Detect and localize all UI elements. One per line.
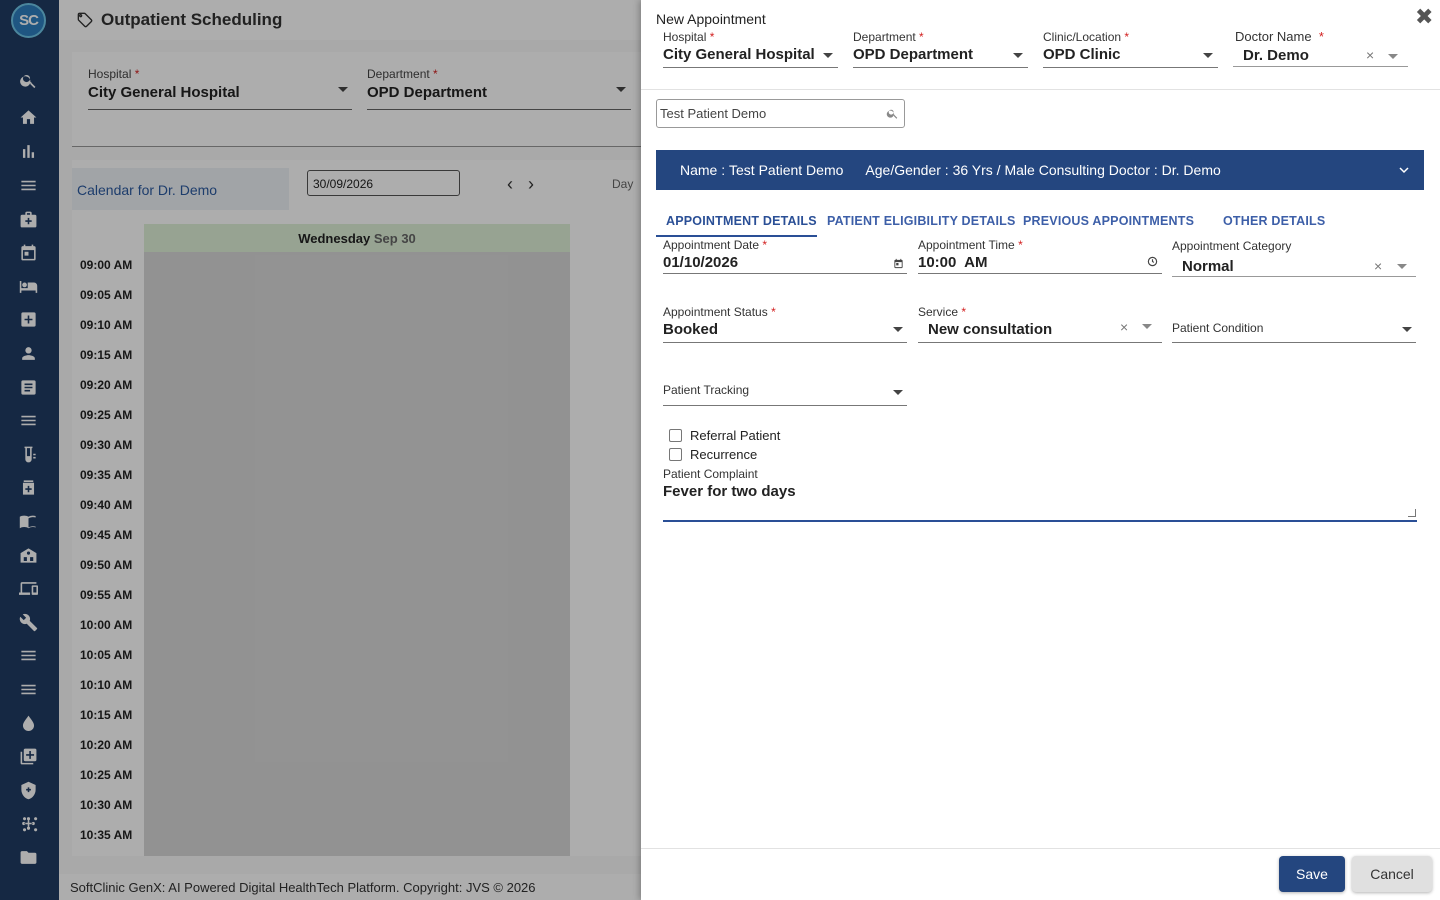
consulting-doctor: Dr. Demo xyxy=(1161,162,1221,178)
patient-complaint-field: Patient Complaint Fever for two days xyxy=(663,467,1417,523)
clear-icon[interactable]: × xyxy=(1366,47,1374,63)
recurrence-checkbox[interactable]: Recurrence xyxy=(669,447,757,462)
active-tab-indicator xyxy=(656,235,817,237)
patient-info-banner[interactable]: Name : Test Patient Demo Age/Gender : 36… xyxy=(656,150,1424,190)
hospital-select[interactable]: Hospital * City General Hospital xyxy=(663,30,838,68)
dialog-title: New Appointment xyxy=(656,11,766,27)
chevron-down-icon xyxy=(1397,264,1407,269)
patient-condition-select[interactable]: Patient Condition xyxy=(1172,305,1416,343)
doctor-name-select[interactable]: Doctor Name * Dr. Demo × xyxy=(1233,29,1408,67)
appointment-time-field[interactable]: Appointment Time * 10:00 AM xyxy=(918,238,1162,274)
close-icon[interactable]: ✖ xyxy=(1415,4,1433,30)
tab-appointment-details[interactable]: APPOINTMENT DETAILS xyxy=(666,214,817,228)
appointment-date-field[interactable]: Appointment Date * 01/10/2026 xyxy=(663,238,907,274)
checkbox-box[interactable] xyxy=(669,448,682,461)
clear-icon[interactable]: × xyxy=(1120,319,1128,335)
save-button[interactable]: Save xyxy=(1279,856,1345,892)
new-appointment-dialog: New Appointment ✖ Hospital * City Genera… xyxy=(641,0,1440,900)
clock-icon[interactable] xyxy=(1147,256,1158,267)
resize-handle[interactable] xyxy=(1408,509,1416,517)
cancel-button[interactable]: Cancel xyxy=(1352,856,1432,892)
chevron-down-icon xyxy=(893,390,903,395)
appointment-category-select[interactable]: Appointment Category Normal × xyxy=(1172,239,1416,277)
chevron-down-icon xyxy=(1402,327,1412,332)
age-gender-label: Age/Gender : xyxy=(865,162,953,178)
tab-other-details[interactable]: OTHER DETAILS xyxy=(1223,214,1325,228)
chevron-down-icon xyxy=(893,327,903,332)
department-select[interactable]: Department * OPD Department xyxy=(853,30,1028,68)
search-icon[interactable] xyxy=(886,107,899,120)
chevron-down-icon xyxy=(823,53,833,58)
chevron-down-icon xyxy=(1388,54,1398,59)
referral-patient-checkbox[interactable]: Referral Patient xyxy=(669,428,780,443)
clear-icon[interactable]: × xyxy=(1374,258,1382,274)
clinic-location-select[interactable]: Clinic/Location * OPD Clinic xyxy=(1043,30,1218,68)
age-gender: 36 Yrs / Male xyxy=(952,162,1035,178)
chevron-down-icon xyxy=(1142,324,1152,329)
chevron-down-icon[interactable] xyxy=(1398,164,1410,176)
dialog-tabs: APPOINTMENT DETAILS PATIENT ELIGIBILITY … xyxy=(656,210,1424,238)
chevron-down-icon xyxy=(1203,53,1213,58)
patient-search-input[interactable] xyxy=(657,100,877,127)
tab-patient-eligibility[interactable]: PATIENT ELIGIBILITY DETAILS xyxy=(827,214,1016,228)
tab-previous-appointments[interactable]: PREVIOUS APPOINTMENTS xyxy=(1023,214,1194,228)
patient-tracking-select[interactable]: Patient Tracking xyxy=(663,368,907,406)
chevron-down-icon xyxy=(1013,53,1023,58)
checkbox-box[interactable] xyxy=(669,429,682,442)
patient-name-label: Name : xyxy=(680,162,730,178)
patient-name: Test Patient Demo xyxy=(729,162,844,178)
calendar-icon[interactable] xyxy=(893,258,904,269)
consulting-doctor-label: Consulting Doctor : xyxy=(1038,162,1162,178)
patient-search-box[interactable] xyxy=(656,99,905,128)
appointment-status-select[interactable]: Appointment Status * Booked xyxy=(663,305,907,343)
service-select[interactable]: Service * New consultation × xyxy=(918,305,1162,343)
patient-complaint-textarea[interactable]: Fever for two days xyxy=(663,481,1417,517)
